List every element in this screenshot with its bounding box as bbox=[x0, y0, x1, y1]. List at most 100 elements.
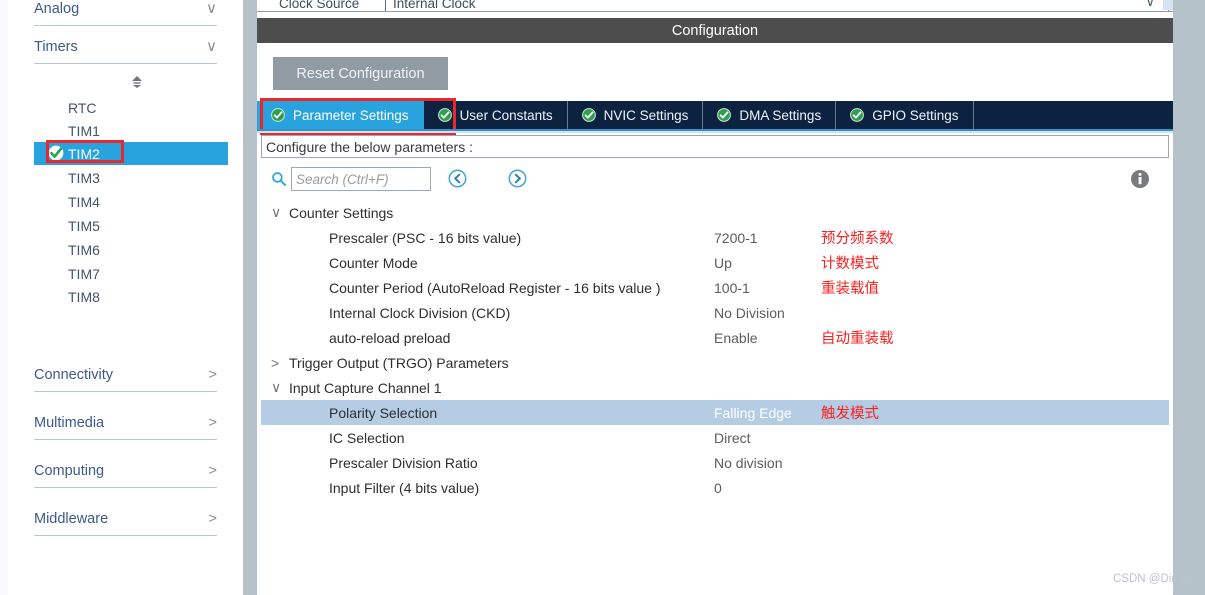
parameter-row[interactable]: auto-reload preload Enable 自动重装载 bbox=[261, 325, 1169, 350]
check-circle-icon bbox=[581, 108, 596, 122]
tree-group-label: Input Capture Channel 1 bbox=[289, 379, 442, 396]
sidebar-item-tim5[interactable]: TIM5 bbox=[34, 214, 228, 237]
check-circle-icon bbox=[850, 108, 865, 122]
tree-group-label: Counter Settings bbox=[289, 204, 394, 221]
annotation-note: 预分频系数 bbox=[821, 231, 894, 247]
parameter-row[interactable]: Internal Clock Division (CKD) No Division bbox=[261, 300, 1169, 325]
tabbar-filler bbox=[974, 101, 1174, 129]
panel-divider-left[interactable] bbox=[243, 0, 257, 595]
parameter-value[interactable]: Up bbox=[714, 255, 732, 271]
sidebar-item-label: TIM8 bbox=[68, 288, 100, 305]
parameter-name: Counter Mode bbox=[329, 254, 418, 271]
sidebar-item-tim4[interactable]: TIM4 bbox=[34, 190, 228, 213]
sidebar-item-tim1[interactable]: TIM1 bbox=[34, 119, 228, 142]
sidebar-category-multimedia[interactable]: Multimedia bbox=[34, 406, 217, 440]
check-circle-icon bbox=[48, 145, 64, 161]
sidebar-item-tim3[interactable]: TIM3 bbox=[34, 166, 228, 189]
panel-divider-right[interactable] bbox=[1173, 0, 1205, 595]
peripheral-sidebar: Analog Timers Connectivity Multimedia Comput… bbox=[0, 0, 243, 595]
check-circle-icon bbox=[271, 108, 285, 122]
parameter-name: IC Selection bbox=[329, 429, 405, 446]
parameter-row[interactable]: Polarity Selection Falling Edge 触发模式 bbox=[261, 400, 1169, 425]
parameter-row[interactable]: Counter Mode Up 计数模式 bbox=[261, 250, 1169, 275]
tab-parameter-settings[interactable]: Parameter Settings bbox=[257, 101, 424, 129]
parameter-row[interactable]: Prescaler (PSC - 16 bits value) 7200-1 预分频… bbox=[261, 225, 1169, 250]
clock-source-separator bbox=[385, 0, 386, 11]
tree-group-label: Trigger Output (TRGO) Parameters bbox=[289, 354, 509, 371]
chevron-right-icon bbox=[208, 511, 217, 526]
chevron-down-icon[interactable] bbox=[271, 379, 289, 396]
clipped-corner-fill bbox=[1163, 0, 1173, 10]
configure-hint-bar: Configure the below parameters : bbox=[261, 135, 1169, 158]
sidebar-item-tim2[interactable]: TIM2 bbox=[34, 142, 228, 165]
tab-label: User Constants bbox=[459, 107, 553, 123]
clock-source-label: Clock Source bbox=[279, 0, 360, 11]
sidebar-item-tim7[interactable]: TIM7 bbox=[34, 262, 228, 285]
tab-dma-settings[interactable]: DMA Settings bbox=[703, 101, 837, 129]
parameter-value[interactable]: No division bbox=[714, 455, 782, 471]
sidebar-item-label: TIM2 bbox=[68, 145, 100, 162]
sidebar-item-rtc[interactable]: RTC bbox=[34, 96, 228, 119]
configuration-panel: Configuration Reset Configuration Parame… bbox=[257, 12, 1173, 595]
sidebar-item-label: TIM3 bbox=[68, 169, 100, 186]
sidebar-category-connectivity[interactable]: Connectivity bbox=[34, 358, 217, 392]
sidebar-item-label: TIM6 bbox=[68, 241, 100, 258]
sidebar-item-tim6[interactable]: TIM6 bbox=[34, 238, 228, 261]
chevron-down-icon[interactable] bbox=[271, 204, 289, 221]
sidebar-item-label: TIM4 bbox=[68, 193, 100, 210]
parameter-name: Internal Clock Division (CKD) bbox=[329, 304, 511, 321]
chevron-right-icon[interactable] bbox=[271, 355, 289, 371]
settings-tabbar: Parameter Settings User Constants NVIC Set… bbox=[257, 101, 1173, 129]
parameter-name: Polarity Selection bbox=[329, 404, 438, 421]
watermark: CSDN @Dir_xr bbox=[1113, 573, 1192, 585]
prev-circle-icon[interactable] bbox=[448, 169, 467, 188]
sidebar-category-middleware[interactable]: Middleware bbox=[34, 502, 217, 536]
annotation-note: 自动重装载 bbox=[821, 331, 894, 347]
parameter-row[interactable]: Prescaler Division Ratio No division bbox=[261, 450, 1169, 475]
tree-group-counter-settings[interactable]: Counter Settings bbox=[261, 200, 1169, 225]
parameter-row[interactable]: Counter Period (AutoReload Register - 16… bbox=[261, 275, 1169, 300]
check-circle-icon bbox=[717, 108, 732, 122]
parameter-value[interactable]: No Division bbox=[714, 305, 785, 321]
check-circle-icon bbox=[437, 108, 452, 122]
parameter-name: Counter Period (AutoReload Register - 16… bbox=[329, 279, 661, 296]
annotation-note: 触发模式 bbox=[821, 406, 879, 422]
annotation-note: 计数模式 bbox=[821, 256, 879, 272]
sidebar-item-tim8[interactable]: TIM8 bbox=[34, 285, 228, 308]
sidebar-category-label: Timers bbox=[34, 38, 78, 55]
sidebar-scroll-grip[interactable] bbox=[128, 75, 146, 89]
tab-user-constants[interactable]: User Constants bbox=[424, 101, 568, 129]
parameter-row[interactable]: Input Filter (4 bits value) 0 bbox=[261, 475, 1169, 500]
tab-nvic-settings[interactable]: NVIC Settings bbox=[568, 101, 704, 129]
sidebar-category-computing[interactable]: Computing bbox=[34, 454, 217, 488]
sidebar-item-label: TIM5 bbox=[68, 217, 100, 234]
chevron-down-icon[interactable]: ∨ bbox=[1145, 0, 1155, 10]
sidebar-category-analog[interactable]: Analog bbox=[34, 0, 217, 26]
chevron-down-icon bbox=[206, 39, 217, 54]
search-input[interactable] bbox=[291, 167, 431, 191]
sidebar-category-label: Connectivity bbox=[34, 366, 113, 383]
parameter-value[interactable]: 7200-1 bbox=[714, 230, 758, 246]
sidebar-category-timers[interactable]: Timers bbox=[34, 30, 217, 64]
info-icon[interactable] bbox=[1130, 169, 1150, 189]
chevron-right-icon bbox=[208, 463, 217, 478]
tab-label: GPIO Settings bbox=[872, 107, 959, 123]
tab-underline bbox=[257, 129, 1173, 133]
tree-group-input-capture-channel-1[interactable]: Input Capture Channel 1 bbox=[261, 375, 1169, 400]
tab-gpio-settings[interactable]: GPIO Settings bbox=[836, 101, 974, 129]
reset-configuration-button[interactable]: Reset Configuration bbox=[273, 57, 448, 90]
chevron-right-icon bbox=[208, 367, 217, 382]
parameter-row[interactable]: IC Selection Direct bbox=[261, 425, 1169, 450]
search-icon[interactable] bbox=[271, 171, 287, 187]
sidebar-category-label: Middleware bbox=[34, 510, 109, 527]
parameter-tree: Counter Settings Prescaler (PSC - 16 bits… bbox=[261, 200, 1169, 590]
parameter-value[interactable]: Falling Edge bbox=[714, 405, 792, 421]
parameter-value[interactable]: 0 bbox=[714, 480, 722, 496]
parameter-value[interactable]: Enable bbox=[714, 330, 758, 346]
next-circle-icon[interactable] bbox=[508, 169, 527, 188]
clipped-clock-source-row: Clock Source Internal Clock ∨ bbox=[257, 0, 1173, 12]
parameter-value[interactable]: Direct bbox=[714, 430, 751, 446]
sidebar-item-label: RTC bbox=[68, 99, 97, 116]
parameter-value[interactable]: 100-1 bbox=[714, 280, 750, 296]
tree-group-trigger-output-trgo-parameters[interactable]: Trigger Output (TRGO) Parameters bbox=[261, 350, 1169, 375]
